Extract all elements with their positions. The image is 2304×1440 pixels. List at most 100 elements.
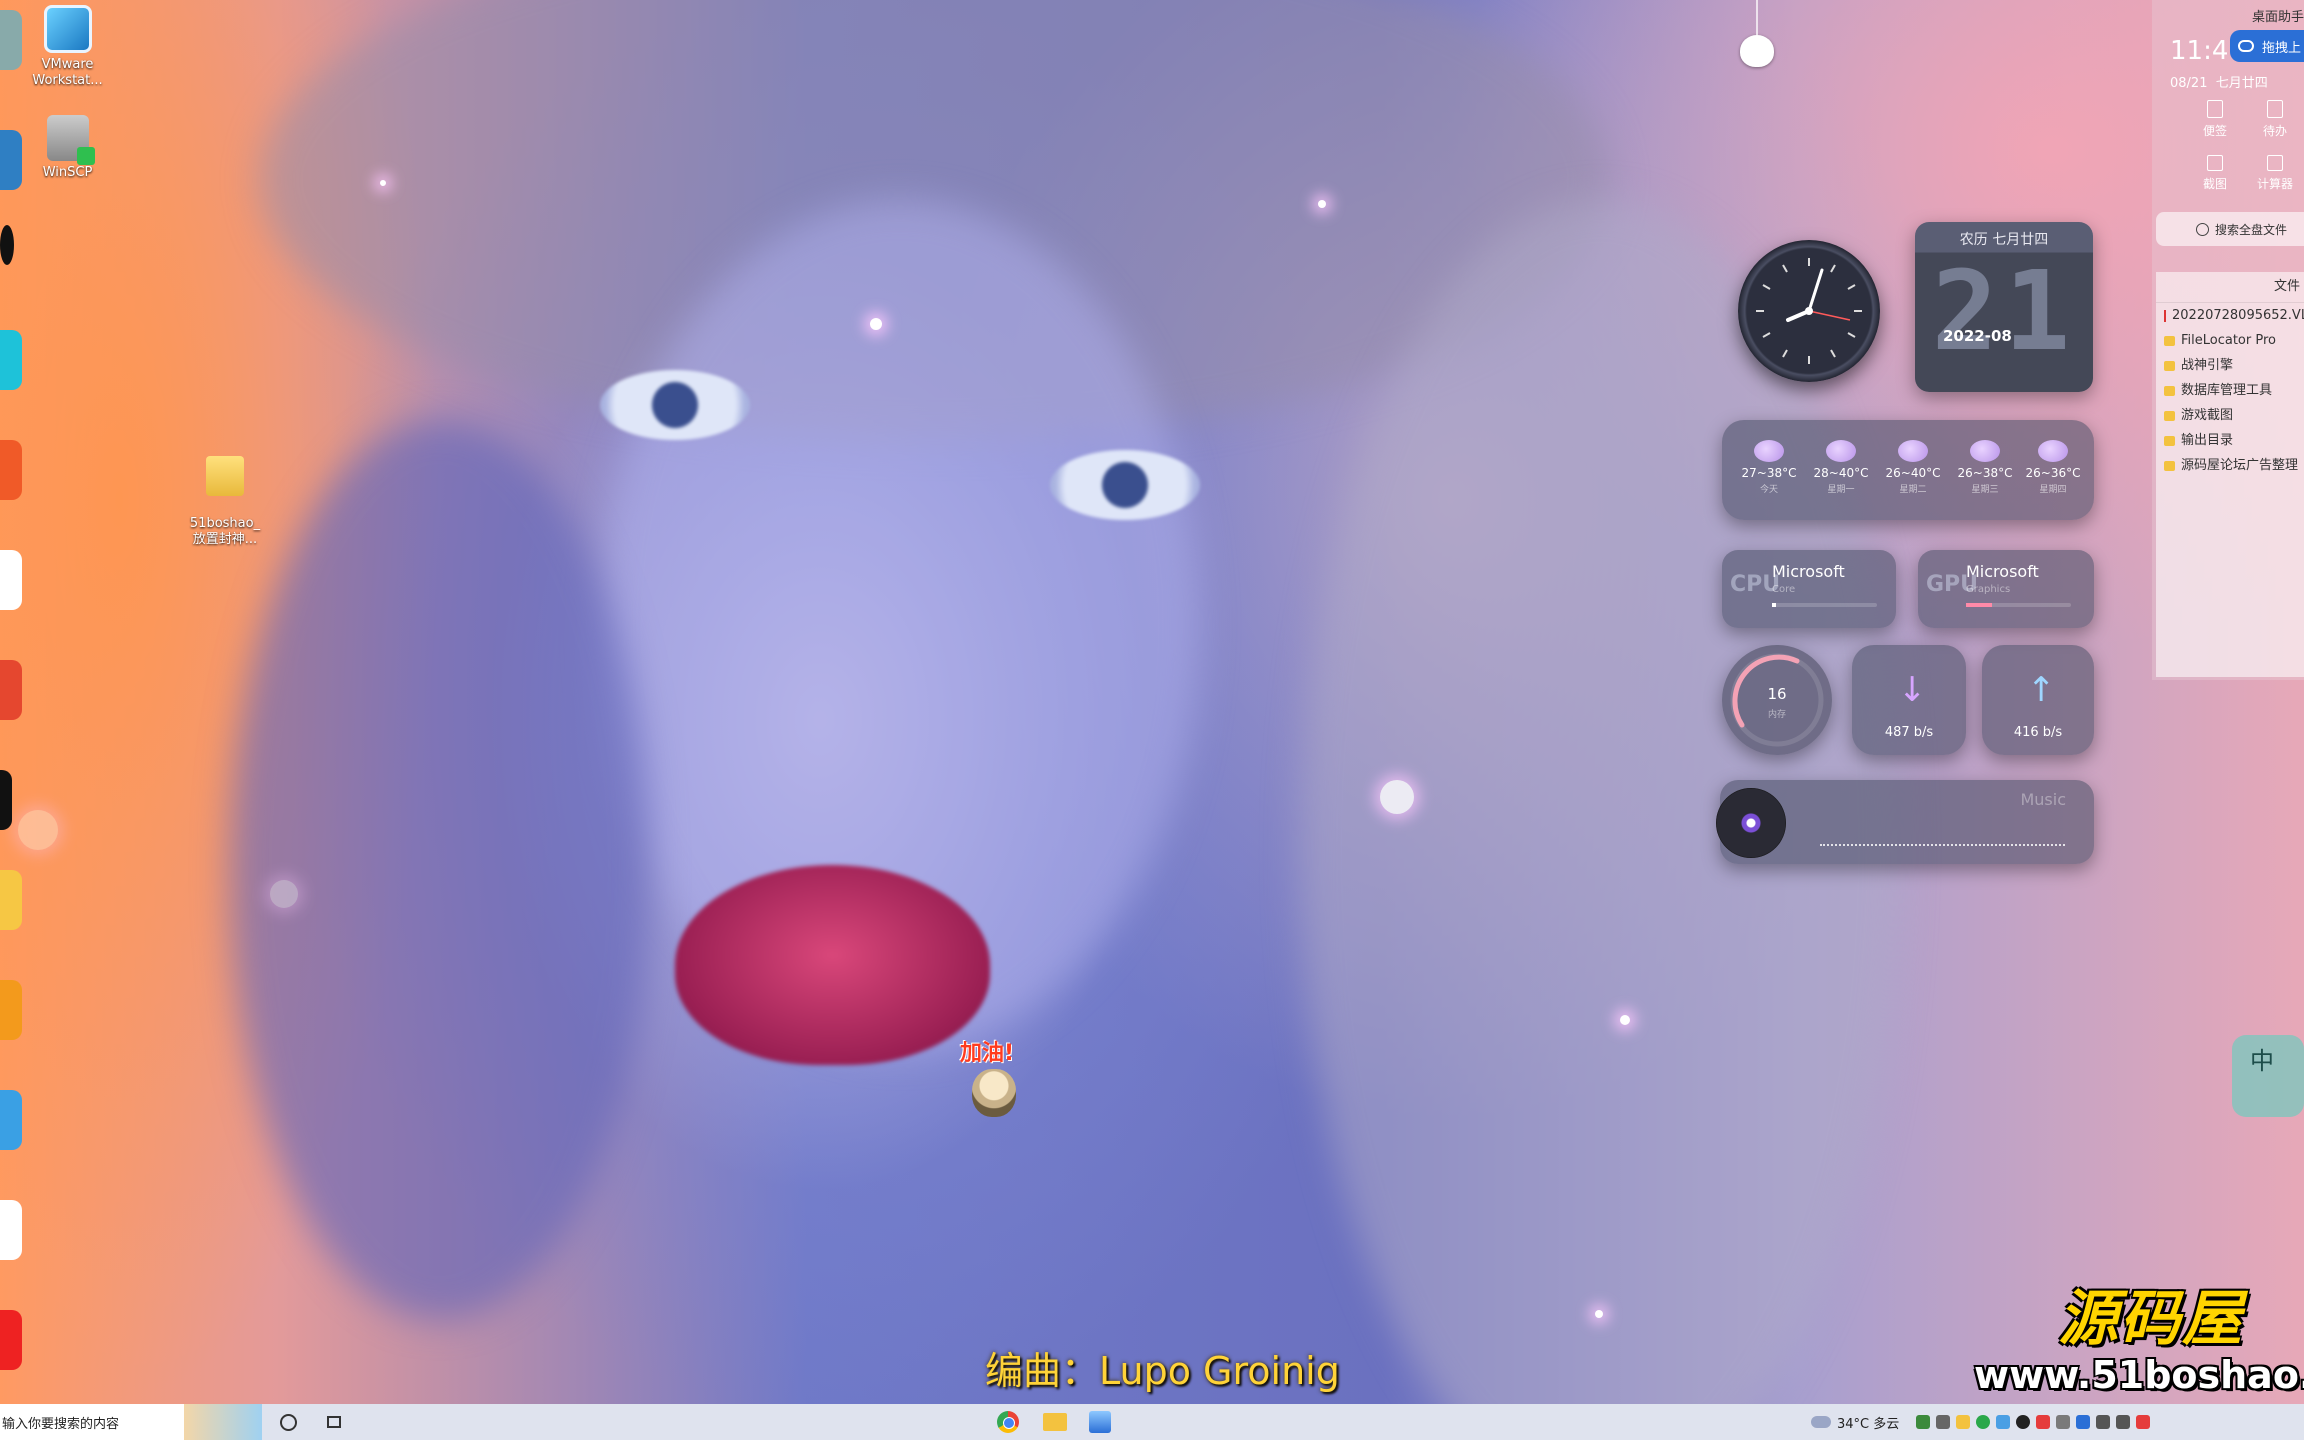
tray-app-icon[interactable] bbox=[1956, 1415, 1971, 1429]
gpu-vendor: Microsoft bbox=[1966, 562, 2039, 581]
desktop-icon-partial[interactable] bbox=[0, 770, 12, 830]
screenshot-icon bbox=[2207, 155, 2223, 171]
tray-app-icon[interactable] bbox=[1996, 1415, 2011, 1429]
search-icon bbox=[2196, 222, 2209, 236]
gpu-usage-bar bbox=[1966, 603, 2071, 607]
music-disc-icon bbox=[1716, 788, 1786, 858]
file-name: 数据库管理工具 bbox=[2181, 383, 2273, 398]
cortana-icon[interactable] bbox=[280, 1413, 297, 1431]
folder-icon bbox=[206, 456, 244, 496]
notepad-icon[interactable] bbox=[1089, 1411, 1111, 1433]
download-widget[interactable]: ↓ 487 b/s bbox=[1852, 645, 1966, 755]
music-progress[interactable] bbox=[1820, 844, 2065, 846]
calendar-day: 21 bbox=[1931, 247, 2077, 375]
desktop-icon-partial[interactable] bbox=[0, 870, 22, 930]
chrome-icon[interactable] bbox=[997, 1411, 1019, 1433]
ime-badge[interactable]: 中 bbox=[2232, 1035, 2304, 1117]
assistant-tab[interactable]: 桌面助手 bbox=[2252, 6, 2304, 25]
gpu-sub: Graphics bbox=[1966, 584, 2011, 595]
file-explorer-icon[interactable] bbox=[1043, 1413, 1067, 1431]
tool-calculator[interactable]: 计算器 bbox=[2252, 155, 2298, 192]
file-name: 战神引擎 bbox=[2181, 358, 2234, 373]
desktop-icon-partial[interactable] bbox=[0, 130, 22, 190]
file-item[interactable]: 数据库管理工具 bbox=[2156, 378, 2304, 403]
taskbar-search[interactable]: 输入你要搜索的内容 bbox=[0, 1404, 262, 1440]
tray-app-icon[interactable] bbox=[2036, 1415, 2051, 1429]
calendar-widget[interactable]: 农历 七月廿四 21 2022-08 bbox=[1915, 222, 2093, 392]
vmware-icon bbox=[43, 5, 92, 53]
mascot-figure bbox=[972, 1069, 1016, 1117]
ime-label: 中 bbox=[2250, 1047, 2274, 1075]
weather-day: 26~36°C 星期四 bbox=[2018, 440, 2088, 495]
tray-app-icon[interactable] bbox=[1976, 1415, 1991, 1429]
memory-value: 16 bbox=[1767, 685, 1787, 703]
calculator-icon bbox=[2267, 155, 2283, 171]
assistant-time: 11:4 bbox=[2170, 36, 2229, 66]
file-item[interactable]: 源码屋论坛广告整理 bbox=[2156, 453, 2304, 478]
tray-app-icon[interactable] bbox=[1916, 1415, 1931, 1429]
desktop-icon-vmware[interactable]: VMware Workstat... bbox=[30, 5, 105, 89]
gpu-widget[interactable]: GPU Microsoft Graphics bbox=[1918, 550, 2094, 628]
tray-app-icon[interactable] bbox=[2016, 1415, 2031, 1429]
desktop-icon-partial[interactable] bbox=[0, 10, 22, 70]
sparkle bbox=[870, 318, 882, 330]
tray-app-icon[interactable] bbox=[1936, 1415, 1951, 1429]
lips bbox=[675, 865, 990, 1065]
network-icon[interactable] bbox=[2116, 1415, 2131, 1429]
memory-widget[interactable]: 16 内存 bbox=[1722, 645, 1832, 755]
sparkle bbox=[270, 880, 298, 908]
file-item[interactable]: FileLocator Pro bbox=[2156, 328, 2304, 353]
upload-widget[interactable]: ↑ 416 b/s bbox=[1982, 645, 2094, 755]
file-item[interactable]: 战神引擎 bbox=[2156, 353, 2304, 378]
jiayou-mascot[interactable]: 加油! bbox=[960, 1035, 1040, 1125]
upload-arrow-icon: ↑ bbox=[2027, 670, 2056, 710]
rain-cloud-icon bbox=[1898, 440, 1928, 462]
sparkle bbox=[1620, 1015, 1630, 1025]
drag-upload-label: 拖拽上 bbox=[2262, 40, 2302, 56]
desktop-icon-winscp[interactable]: WinSCP bbox=[30, 115, 105, 181]
file-name: 20220728095652.VL bbox=[2172, 308, 2304, 323]
clock-face bbox=[1756, 258, 1862, 364]
desktop-icon-partial[interactable] bbox=[0, 225, 14, 265]
memory-label: 内存 bbox=[1767, 710, 1786, 720]
download-speed: 487 b/s bbox=[1884, 725, 1934, 740]
desktop-icon-partial[interactable] bbox=[0, 660, 22, 720]
drag-upload-badge[interactable]: 拖拽上 bbox=[2230, 30, 2304, 62]
tray-app-icon[interactable] bbox=[2056, 1415, 2071, 1429]
analog-clock-widget[interactable] bbox=[1738, 240, 1880, 382]
desktop-icon-partial[interactable] bbox=[0, 1200, 22, 1260]
tool-todo[interactable]: 待办 bbox=[2252, 100, 2298, 139]
desktop-icon-label: 51boshao_ 放置封神... bbox=[189, 516, 261, 547]
weather-day: 26~40°C 星期二 bbox=[1878, 440, 1948, 495]
task-view-icon[interactable] bbox=[327, 1416, 341, 1428]
desktop-icon-partial[interactable] bbox=[0, 550, 22, 610]
tool-memo[interactable]: 便签 bbox=[2192, 100, 2238, 139]
rain-cloud-icon bbox=[1826, 440, 1856, 462]
assistant-search[interactable]: 搜索全盘文件 bbox=[2156, 212, 2304, 246]
sparkle bbox=[1318, 200, 1326, 208]
music-widget[interactable]: Music bbox=[1716, 780, 2094, 864]
tray-app-icon[interactable] bbox=[2076, 1415, 2091, 1429]
desktop-icon-partial[interactable] bbox=[0, 1090, 22, 1150]
file-item[interactable]: 输出目录 bbox=[2156, 428, 2304, 453]
desktop-icon-partial[interactable] bbox=[0, 1310, 22, 1370]
cpu-widget[interactable]: CPU Microsoft Core bbox=[1722, 550, 1896, 628]
file-name: 源码屋论坛广告整理 bbox=[2181, 458, 2299, 473]
file-item[interactable]: 20220728095652.VL bbox=[2156, 303, 2304, 328]
file-item[interactable]: 游戏截图 bbox=[2156, 403, 2304, 428]
tray-app-icon[interactable] bbox=[2136, 1415, 2151, 1429]
folder-icon bbox=[2164, 335, 2175, 346]
desktop-icon-partial[interactable] bbox=[0, 440, 22, 500]
tray-weather[interactable]: 34°C 多云 bbox=[1811, 1413, 1899, 1432]
weather-widget[interactable]: 27~38°C 今天 28~40°C 星期一 26~40°C 星期二 26~38… bbox=[1722, 420, 2094, 520]
weather-weekday: 今天 bbox=[1759, 485, 1778, 495]
desktop-icon-partial[interactable] bbox=[0, 330, 22, 390]
weather-temp: 26~40°C bbox=[1885, 466, 1941, 480]
cat-mascot-icon[interactable] bbox=[1740, 0, 1774, 67]
desktop-icon-partial[interactable] bbox=[0, 980, 22, 1040]
volume-icon[interactable] bbox=[2096, 1415, 2111, 1429]
desktop-icon-folder[interactable]: 51boshao_ 放置封神... bbox=[185, 440, 265, 564]
file-name: 输出目录 bbox=[2181, 433, 2234, 448]
memo-icon bbox=[2207, 100, 2223, 118]
tool-screenshot[interactable]: 截图 bbox=[2192, 155, 2238, 192]
